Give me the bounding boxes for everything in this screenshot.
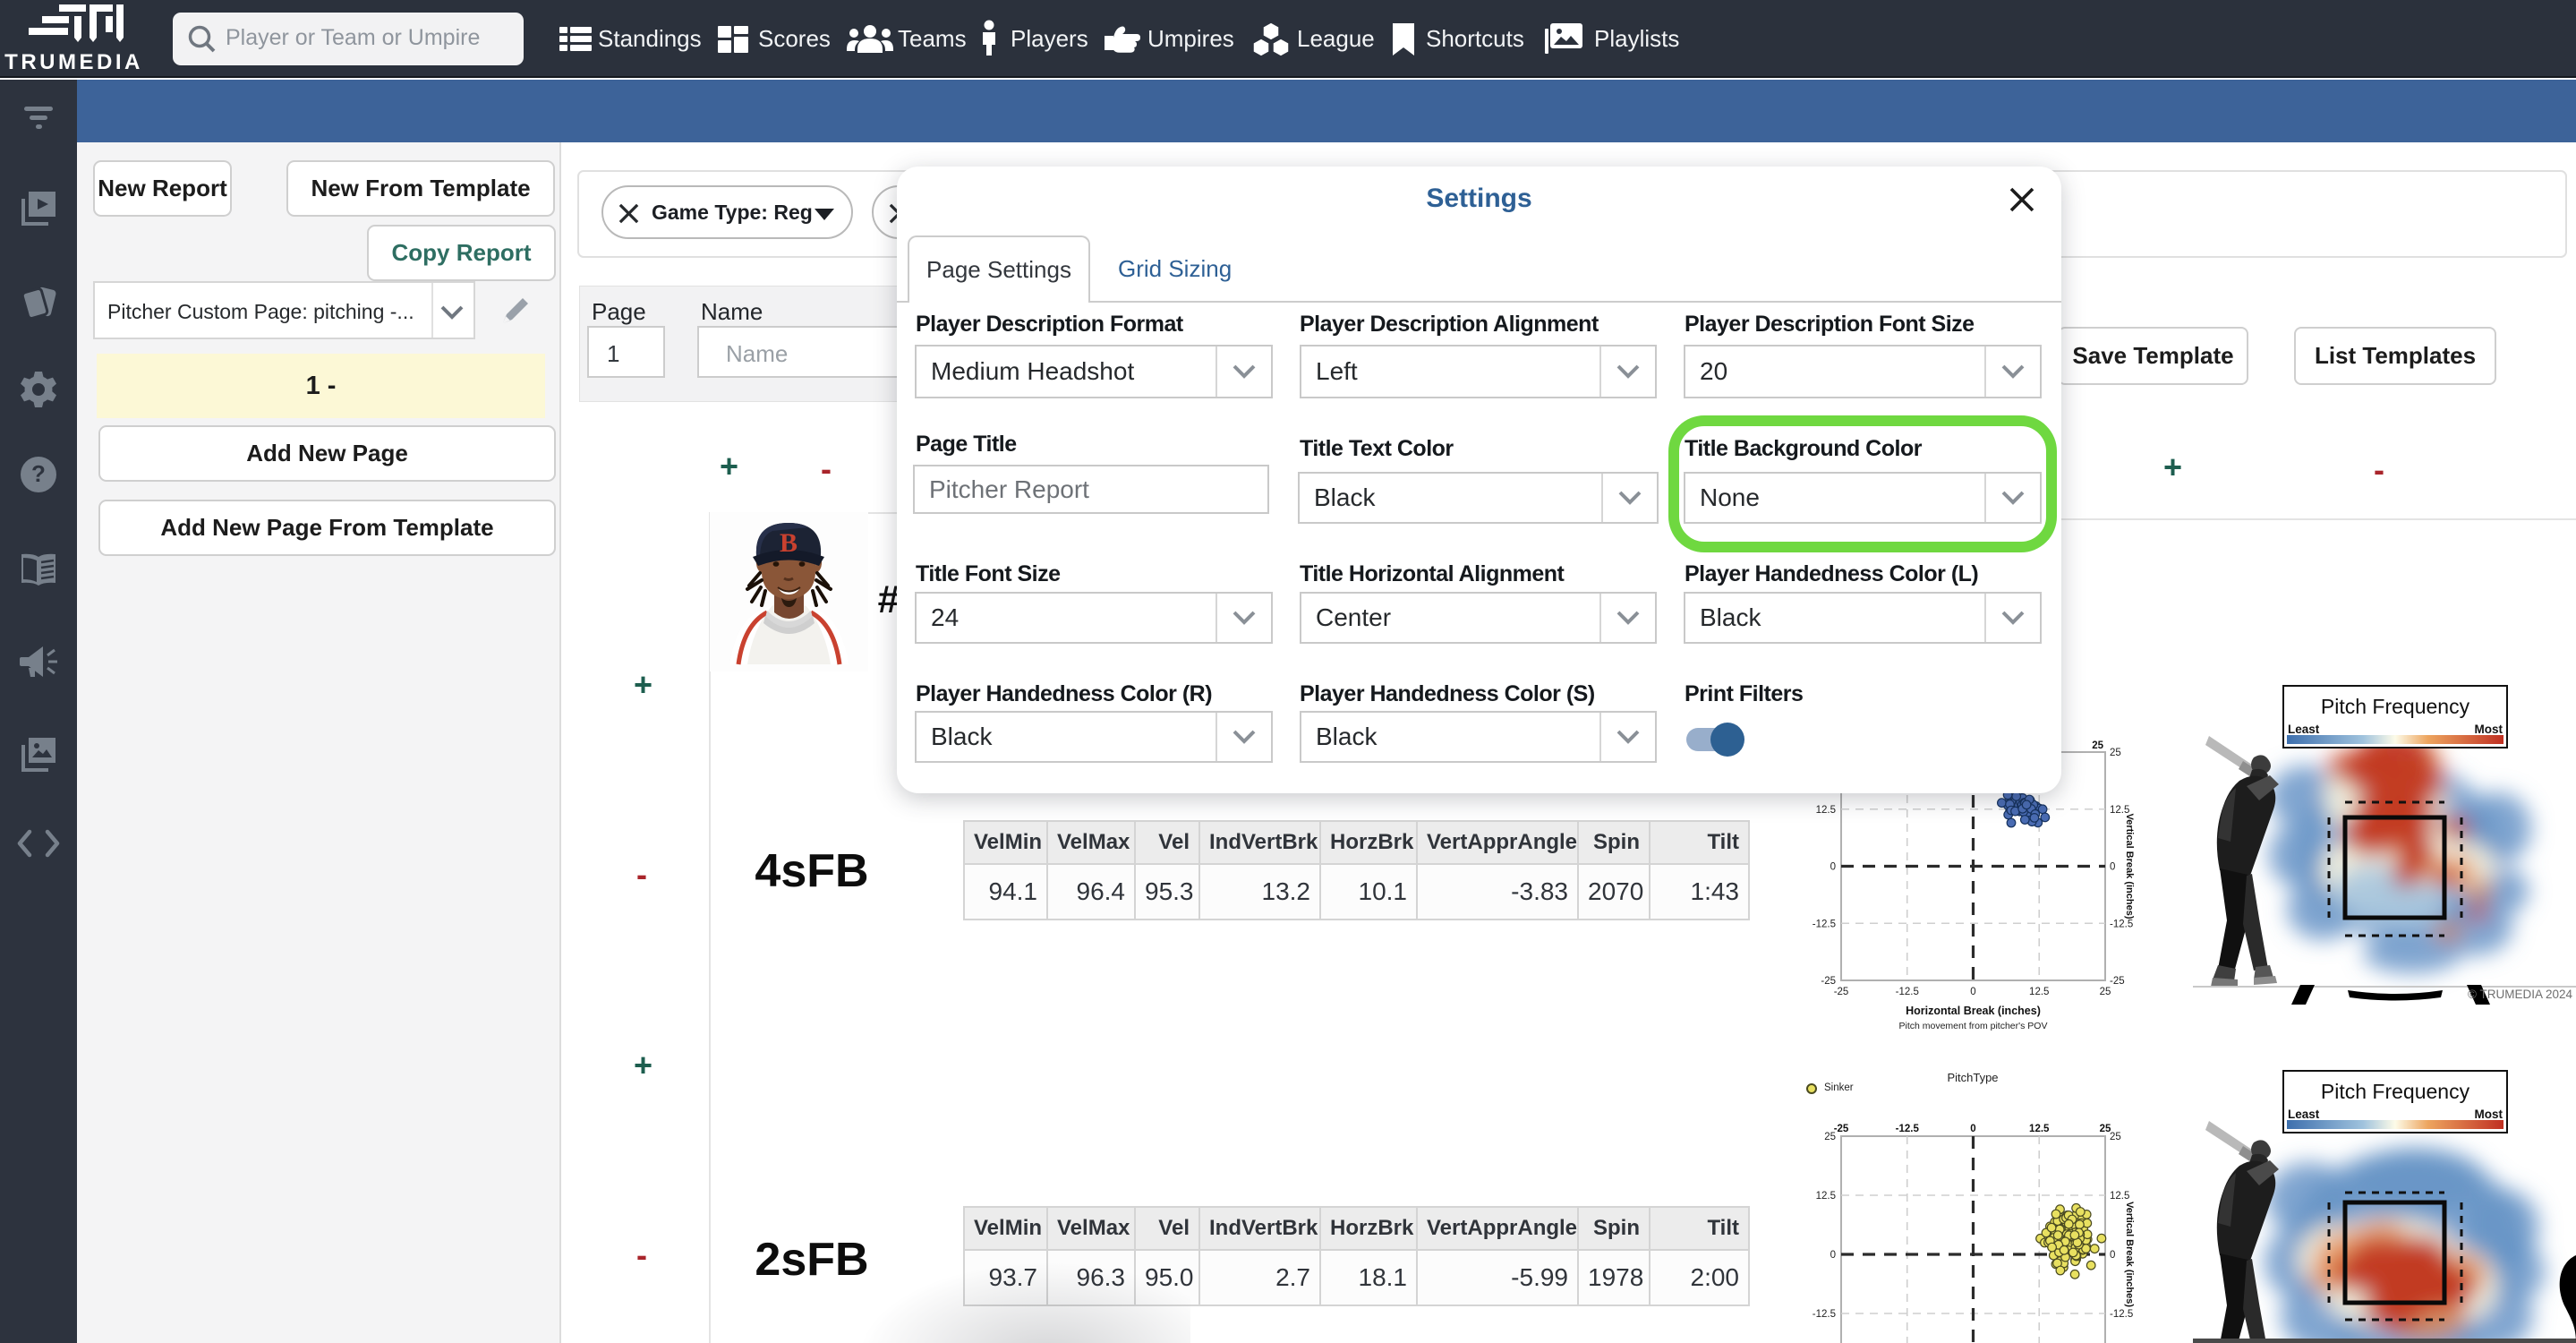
svg-text:-12.5: -12.5 — [1813, 919, 1836, 929]
svg-text:0: 0 — [2110, 862, 2115, 873]
svg-text:-25: -25 — [1834, 1124, 1849, 1134]
svg-text:0: 0 — [1830, 862, 1836, 873]
svg-text:Most: Most — [2475, 723, 2503, 736]
svg-text:-12.5: -12.5 — [1813, 1309, 1836, 1320]
svg-text:Pitch Frequency: Pitch Frequency — [2321, 1080, 2470, 1103]
svg-text:12.5: 12.5 — [1816, 805, 1836, 816]
svg-text:25: 25 — [2100, 987, 2111, 997]
svg-text:Pitch Frequency: Pitch Frequency — [2321, 695, 2470, 718]
svg-text:© TRUMEDIA 2024: © TRUMEDIA 2024 — [2468, 988, 2572, 1001]
svg-text:0: 0 — [1970, 1124, 1975, 1134]
svg-text:Pitch movement from pitcher's: Pitch movement from pitcher's POV — [1899, 1021, 2048, 1031]
svg-text:B: B — [780, 528, 798, 558]
svg-text:Horizontal Break (inches): Horizontal Break (inches) — [1906, 1005, 2041, 1017]
svg-text:-12.5: -12.5 — [2110, 919, 2133, 929]
svg-text:12.5: 12.5 — [2029, 987, 2049, 997]
svg-text:12.5: 12.5 — [1816, 1191, 1836, 1202]
svg-text:Vertical Break (inches): Vertical Break (inches) — [2124, 813, 2135, 919]
svg-text:0: 0 — [2110, 1250, 2115, 1261]
svg-text:25: 25 — [2110, 1132, 2121, 1142]
svg-text:12.5: 12.5 — [2110, 1191, 2129, 1202]
svg-text:25: 25 — [2092, 740, 2103, 751]
svg-text:-12.5: -12.5 — [1896, 1124, 1920, 1134]
svg-text:25: 25 — [2100, 1124, 2111, 1134]
svg-text:25: 25 — [2110, 748, 2121, 758]
svg-text:0: 0 — [1970, 987, 1975, 997]
svg-text:12.5: 12.5 — [2029, 1124, 2050, 1134]
svg-text:Most: Most — [2475, 1108, 2503, 1121]
svg-text:-12.5: -12.5 — [2110, 1309, 2133, 1320]
svg-text:-12.5: -12.5 — [1896, 987, 1919, 997]
svg-text:-25: -25 — [2110, 976, 2125, 987]
svg-text:-25: -25 — [1834, 987, 1849, 997]
svg-text:?: ? — [31, 460, 46, 487]
svg-text:-25: -25 — [1821, 976, 1836, 987]
svg-text:Vertical Break (inches): Vertical Break (inches) — [2124, 1202, 2135, 1307]
svg-text:Least: Least — [2288, 723, 2320, 736]
svg-text:Least: Least — [2288, 1108, 2320, 1121]
svg-text:0: 0 — [1830, 1250, 1836, 1261]
